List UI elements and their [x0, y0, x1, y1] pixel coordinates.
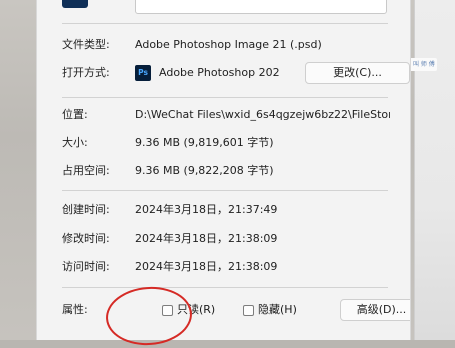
created-label: 创建时间:: [62, 203, 110, 216]
location-row: 位置: D:\WeChat Files\wxid_6s4qgzejw6bz22\…: [62, 105, 390, 125]
size-on-disk-label: 占用空间:: [62, 164, 110, 177]
location-value[interactable]: D:\WeChat Files\wxid_6s4qgzejw6bz22\File…: [135, 105, 390, 125]
open-with-row: 打开方式: Ps Adobe Photoshop 202 更改(C)...: [62, 62, 410, 84]
modified-value: 2024年3月18日，21:38:09: [135, 232, 278, 245]
accessed-label: 访问时间:: [62, 260, 110, 273]
hidden-checkbox[interactable]: [243, 304, 254, 316]
accessed-value: 2024年3月18日，21:38:09: [135, 260, 278, 273]
modified-label: 修改时间:: [62, 232, 110, 245]
created-row: 创建时间: 2024年3月18日，21:37:49: [62, 200, 390, 220]
modified-row: 修改时间: 2024年3月18日，21:38:09: [62, 229, 390, 249]
size-label: 大小:: [62, 136, 88, 149]
divider: [62, 190, 388, 191]
size-on-disk-row: 占用空间: 9.36 MB (9,822,208 字节): [62, 161, 390, 181]
change-button[interactable]: 更改(C)...: [305, 62, 410, 84]
hidden-checkbox-group[interactable]: 隐藏(H): [243, 299, 297, 321]
hidden-label[interactable]: 隐藏(H): [258, 299, 297, 321]
file-type-value: Adobe Photoshop Image 21 (.psd): [135, 38, 322, 51]
file-name-input[interactable]: [135, 0, 387, 14]
divider: [62, 287, 388, 288]
created-value: 2024年3月18日，21:37:49: [135, 203, 278, 216]
open-with-label: 打开方式:: [62, 66, 110, 79]
size-value: 9.36 MB (9,819,601 字节): [135, 136, 274, 149]
file-properties-dialog: 文件类型: Adobe Photoshop Image 21 (.psd) 打开…: [36, 0, 411, 340]
divider: [62, 23, 388, 24]
file-type-row: 文件类型: Adobe Photoshop Image 21 (.psd): [62, 35, 390, 55]
location-label: 位置:: [62, 108, 88, 121]
photoshop-icon: Ps: [135, 65, 151, 81]
background-window: [414, 0, 455, 340]
divider: [62, 97, 388, 98]
open-with-app: Adobe Photoshop 202: [159, 66, 280, 79]
size-on-disk-value: 9.36 MB (9,822,208 字节): [135, 164, 274, 177]
size-row: 大小: 9.36 MB (9,819,601 字节): [62, 133, 390, 153]
file-type-label: 文件类型:: [62, 38, 110, 51]
file-icon: [62, 0, 88, 8]
accessed-row: 访问时间: 2024年3月18日，21:38:09: [62, 257, 390, 277]
advanced-button[interactable]: 高级(D)...: [340, 299, 410, 321]
